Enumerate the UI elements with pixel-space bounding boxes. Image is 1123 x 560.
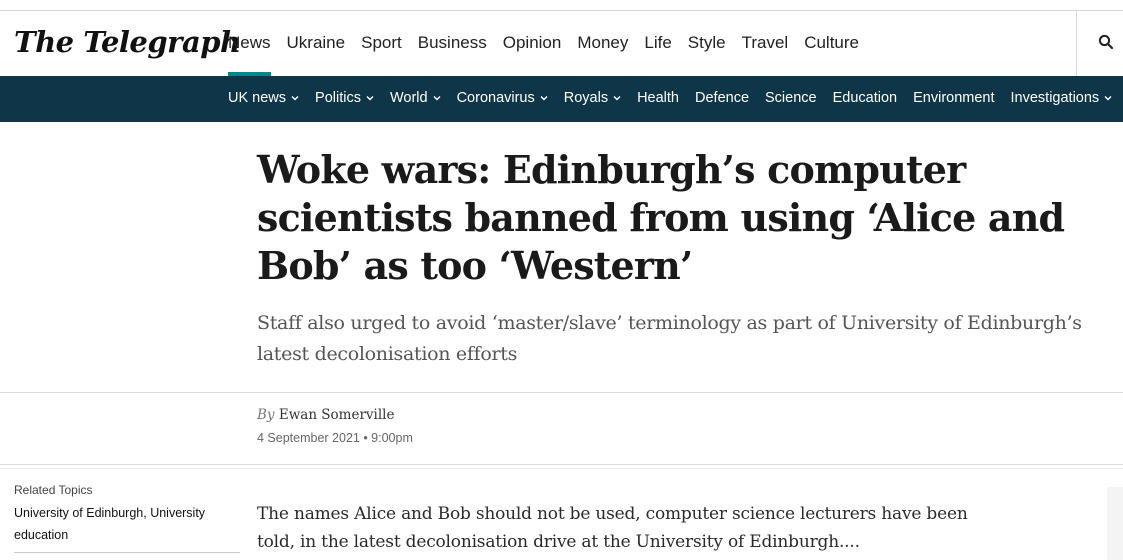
section-subnav: UK news Politics World Coronavirus Royal…: [0, 76, 1123, 122]
divider: [0, 464, 1123, 465]
chevron-down-icon: [540, 96, 548, 101]
main-nav-item-news[interactable]: News: [228, 33, 271, 76]
related-topic-link[interactable]: University of Edinburgh, University educ…: [14, 502, 214, 546]
subnav-item-politics[interactable]: Politics: [315, 90, 374, 106]
subnav-label: Royals: [563, 90, 609, 106]
subnav-label: UK news: [228, 90, 287, 106]
subnav-item-world[interactable]: World: [390, 90, 441, 106]
subnav-label: Education: [832, 90, 898, 106]
main-nav-item-money[interactable]: Money: [577, 33, 628, 53]
site-logo[interactable]: The Telegraph: [14, 25, 241, 59]
subnav-label: Politics: [315, 90, 361, 106]
chevron-down-icon: [366, 96, 374, 101]
divider: [14, 552, 240, 553]
subnav-item-coronavirus[interactable]: Coronavirus: [457, 90, 548, 106]
main-nav-item-style[interactable]: Style: [688, 33, 726, 53]
author-link[interactable]: Ewan Somerville: [279, 407, 395, 423]
subnav-label: Health: [637, 90, 679, 106]
chevron-down-icon: [291, 96, 299, 101]
subnav-item-defence[interactable]: Defence: [695, 90, 749, 106]
related-topic-label[interactable]: University of Edinburgh,: [14, 506, 147, 520]
chevron-down-icon: [433, 96, 441, 101]
subnav-item-education[interactable]: Education: [833, 90, 898, 106]
byline: By Ewan Somerville: [257, 407, 395, 423]
main-nav-item-sport[interactable]: Sport: [361, 33, 402, 53]
subnav-item-royals[interactable]: Royals: [564, 90, 621, 106]
chevron-down-icon: [1104, 96, 1112, 101]
subnav-label: Defence: [695, 90, 750, 106]
masthead: The Telegraph News Ukraine Sport Busines…: [0, 11, 1123, 76]
article-body-paragraph: The names Alice and Bob should not be us…: [257, 504, 968, 552]
byline-prefix: By: [257, 407, 275, 423]
subnav-label: Coronavirus: [456, 90, 535, 106]
main-nav-item-business[interactable]: Business: [418, 33, 487, 53]
main-nav: News Ukraine Sport Business Opinion Mone…: [228, 33, 875, 76]
main-nav-item-opinion[interactable]: Opinion: [503, 33, 562, 53]
related-topics: Related Topics University of Edinburgh, …: [14, 483, 214, 546]
main-nav-item-life[interactable]: Life: [644, 33, 671, 53]
subnav-item-environment[interactable]: Environment: [913, 90, 994, 106]
subnav-label: Science: [765, 90, 817, 106]
article-standfirst: Staff also urged to avoid ‘master/slave’…: [257, 312, 1082, 365]
search-divider: [1076, 11, 1077, 76]
side-panel-edge: [1107, 487, 1123, 560]
subnav-label: Environment: [913, 90, 995, 106]
subnav-item-investigations[interactable]: Investigations: [1011, 90, 1113, 106]
main-nav-item-ukraine[interactable]: Ukraine: [287, 33, 346, 53]
search-icon[interactable]: [1098, 34, 1118, 54]
divider: [0, 468, 1123, 469]
main-nav-item-culture[interactable]: Culture: [804, 33, 859, 53]
related-topics-title: Related Topics: [14, 483, 93, 497]
subnav-item-science[interactable]: Science: [765, 90, 817, 106]
main-nav-item-travel[interactable]: Travel: [742, 33, 789, 53]
subnav-item-health[interactable]: Health: [637, 90, 679, 106]
article-headline: Woke wars: Edinburgh’s computer scientis…: [257, 147, 1065, 288]
divider: [0, 392, 1123, 393]
subnav-label: World: [389, 90, 428, 106]
subnav-label: Investigations: [1010, 90, 1100, 106]
subnav-item-uk-news[interactable]: UK news: [228, 90, 299, 106]
chevron-down-icon: [613, 96, 621, 101]
publish-date: 4 September 2021 • 9:00pm: [257, 431, 413, 445]
